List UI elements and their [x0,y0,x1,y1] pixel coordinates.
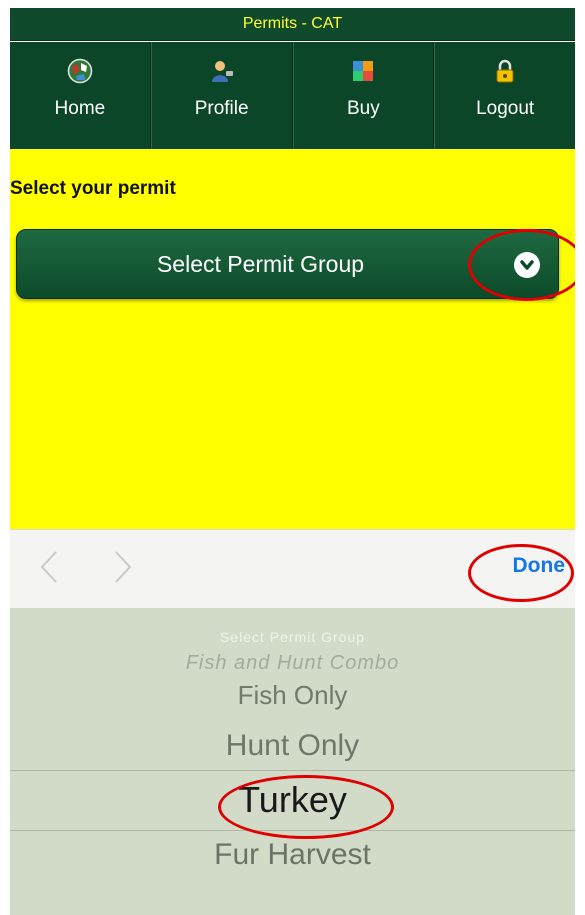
app-window: Permits - CAT Home Profile Buy Logout Se… [10,8,575,915]
picker-option[interactable]: Fur Harvest [10,838,575,872]
nav-item-buy[interactable]: Buy [292,42,435,149]
previous-arrow-icon[interactable] [38,550,60,584]
buy-icon [353,61,374,81]
app-title-text: Permits - CAT [242,15,343,32]
next-arrow-icon[interactable] [112,550,134,584]
nav-item-home[interactable]: Home [10,42,151,149]
picker-option[interactable]: Fish Only [10,680,575,711]
done-button[interactable]: Done [513,554,566,578]
picker-option[interactable]: Select Permit Group [10,629,575,645]
lock-icon [496,59,514,83]
nav-label-buy: Buy [347,98,380,119]
nav-label-home: Home [54,98,106,119]
nav-bar: Home Profile Buy Logout [10,42,575,149]
profile-icon [211,61,233,82]
section-label: Select your permit [10,178,176,199]
chevron-down-glyph [520,260,534,270]
nav-label-profile: Profile [194,98,249,119]
keyboard-accessory-bar: Done [10,529,575,609]
permit-group-select[interactable]: Select Permit Group [16,229,559,299]
picker-option[interactable]: Fish and Hunt Combo [10,652,575,675]
permit-group-select-label: Select Permit Group [156,251,365,277]
picker-selection-top-line [10,770,575,771]
nav-item-profile[interactable]: Profile [150,42,293,149]
picker-option[interactable]: Hunt Only [10,729,575,763]
picker-selection-bottom-line [10,830,575,831]
permit-group-picker[interactable]: Select Permit Group Fish and Hunt Combo … [10,608,575,915]
content-area: Select your permit Select Permit Group [10,149,575,529]
nav-item-logout[interactable]: Logout [434,42,575,149]
app-title: Permits - CAT [10,8,575,41]
chevron-down-icon[interactable] [514,252,540,278]
home-globe-icon [67,58,93,84]
nav-label-logout: Logout [476,98,535,119]
picker-option-selected[interactable]: Turkey [10,779,575,821]
